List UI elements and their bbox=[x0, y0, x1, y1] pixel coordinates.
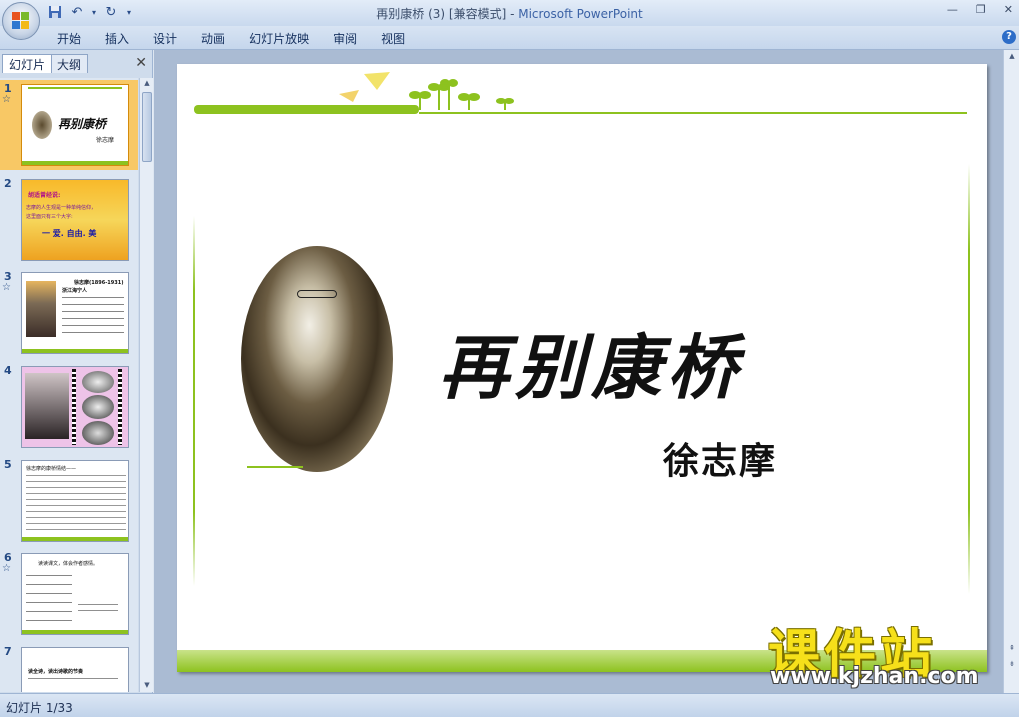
tab-slides[interactable]: 幻灯片 bbox=[2, 54, 53, 73]
text-block bbox=[26, 572, 72, 626]
tab-design[interactable]: 设计 bbox=[153, 30, 189, 47]
thumb-line: 读读课文，体会作者感情。 bbox=[38, 561, 99, 567]
photo-image bbox=[82, 421, 114, 445]
slide-thumbnail-1[interactable]: 1 ☆ 再别康桥 徐志摩 bbox=[0, 80, 138, 170]
portrait-image bbox=[26, 281, 56, 337]
slide-number: 5 bbox=[4, 458, 12, 471]
tab-home[interactable]: 开始 bbox=[57, 30, 93, 47]
green-bar bbox=[22, 630, 128, 634]
slide-thumbnail-5[interactable]: 5 徐志摩的康桥情结—— bbox=[0, 456, 138, 546]
tab-review[interactable]: 审阅 bbox=[333, 30, 369, 47]
thumb-line: 一 爱. 自由. 美 bbox=[42, 229, 97, 238]
slide-thumbnail-3[interactable]: 3 ☆ 徐志摩(1896-1931) 浙江海宁人 bbox=[0, 268, 138, 358]
help-icon[interactable]: ? bbox=[1002, 30, 1016, 44]
document-title: 再别康桥 (3) [兼容模式] - bbox=[376, 7, 519, 21]
author-portrait-image bbox=[241, 246, 393, 472]
thumb-line: 读全诗，读出诗歌的节奏 bbox=[28, 669, 84, 675]
photo-image bbox=[82, 395, 114, 419]
thumbnail-scrollbar[interactable]: ▲ ▼ bbox=[139, 78, 153, 692]
office-logo-icon bbox=[12, 12, 30, 30]
green-dash bbox=[247, 466, 303, 468]
slide-preview: 读读课文，体会作者感情。 bbox=[21, 553, 129, 635]
text-block bbox=[78, 602, 118, 614]
green-bar bbox=[22, 161, 128, 165]
slide-thumbnail-6[interactable]: 6 ☆ 读读课文，体会作者感情。 bbox=[0, 549, 138, 639]
slide-counter: 幻灯片 1/33 bbox=[6, 701, 73, 715]
slide-preview: 胡适曾经说: 志摩的人生观是一种单纯信仰， 这里面只有三个大字: 一 爱. 自由… bbox=[21, 179, 129, 261]
thumb-author: 徐志摩 bbox=[96, 137, 115, 144]
right-green-line bbox=[968, 164, 970, 594]
slide-preview: 徐志摩(1896-1931) 浙江海宁人 bbox=[21, 272, 129, 354]
pane-tabs: 幻灯片 大纲 ✕ bbox=[0, 52, 153, 73]
thumb-line: 徐志摩的康桥情结—— bbox=[26, 466, 77, 472]
text-block bbox=[62, 295, 124, 339]
minimize-button[interactable]: — bbox=[947, 3, 958, 16]
close-button[interactable]: ✕ bbox=[1004, 3, 1013, 16]
scrollbar-thumb[interactable] bbox=[142, 92, 152, 162]
app-name: Microsoft PowerPoint bbox=[518, 7, 643, 21]
watermark-logo: 课件站 www.kjzhan.com bbox=[768, 612, 1008, 692]
scroll-up-icon[interactable]: ▲ bbox=[1007, 52, 1017, 62]
tab-outline[interactable]: 大纲 bbox=[50, 54, 89, 73]
ribbon: 开始 插入 设计 动画 幻灯片放映 审阅 视图 ? bbox=[0, 26, 1019, 50]
window-title: 再别康桥 (3) [兼容模式] - Microsoft PowerPoint bbox=[0, 5, 1019, 22]
portrait-image bbox=[32, 111, 52, 139]
status-bar: 幻灯片 1/33 bbox=[0, 693, 1019, 717]
left-green-line bbox=[193, 216, 195, 586]
thumb-line: 浙江海宁人 bbox=[62, 288, 88, 294]
animation-star-icon: ☆ bbox=[2, 563, 11, 574]
slide-author[interactable]: 徐志摩 bbox=[663, 432, 777, 484]
previous-slide-icon[interactable]: ⇞ bbox=[1007, 644, 1017, 654]
scroll-down-icon[interactable]: ▼ bbox=[142, 681, 152, 691]
restore-button[interactable]: ❐ bbox=[976, 3, 986, 16]
title-bar: ↶ ▾ ↻ ▾ 再别康桥 (3) [兼容模式] - Microsoft Powe… bbox=[0, 0, 1019, 26]
office-button[interactable] bbox=[2, 2, 40, 40]
next-slide-icon[interactable]: ⇟ bbox=[1007, 660, 1017, 670]
slide-number: 4 bbox=[4, 364, 12, 377]
watermark-url: www.kjzhan.com bbox=[770, 664, 979, 689]
thumb-line: 志摩的人生观是一种单纯信仰， bbox=[26, 205, 97, 211]
scroll-up-icon[interactable]: ▲ bbox=[142, 79, 152, 89]
pane-close-icon[interactable]: ✕ bbox=[135, 55, 147, 71]
green-bar bbox=[22, 537, 128, 541]
slide-thumbnail-list: 1 ☆ 再别康桥 徐志摩 2 胡适曾经说: 志摩的人生观是一种单纯信仰， 这里面… bbox=[0, 78, 138, 692]
thumb-title: 再别康桥 bbox=[58, 117, 107, 131]
ribbon-tabs: 开始 插入 设计 动画 幻灯片放映 审阅 视图 bbox=[57, 30, 429, 47]
slide-preview: 再别康桥 徐志摩 bbox=[21, 84, 129, 166]
glasses-shape bbox=[297, 290, 337, 298]
animation-star-icon: ☆ bbox=[2, 94, 11, 105]
animation-star-icon: ☆ bbox=[2, 282, 11, 293]
slide-scrollbar[interactable]: ▲ ⇞ ⇟ bbox=[1003, 50, 1019, 693]
slides-pane: 幻灯片 大纲 ✕ 1 ☆ 再别康桥 徐志摩 2 胡适曾经说: 志摩的人生观是一种… bbox=[0, 50, 153, 693]
slide-preview bbox=[21, 366, 129, 448]
thumb-line: 胡适曾经说: bbox=[28, 192, 61, 199]
slide-number: 7 bbox=[4, 645, 12, 658]
photo-image bbox=[25, 373, 69, 439]
green-bar bbox=[22, 349, 128, 353]
slide-thumbnail-2[interactable]: 2 胡适曾经说: 志摩的人生观是一种单纯信仰， 这里面只有三个大字: 一 爱. … bbox=[0, 175, 138, 265]
tab-animations[interactable]: 动画 bbox=[201, 30, 237, 47]
slide-thumbnail-7[interactable]: 7 读全诗，读出诗歌的节奏 bbox=[0, 643, 138, 692]
slide-thumbnail-4[interactable]: 4 bbox=[0, 362, 138, 452]
thumb-line: 徐志摩(1896-1931) bbox=[74, 280, 124, 286]
tab-view[interactable]: 视图 bbox=[381, 30, 417, 47]
tab-slideshow[interactable]: 幻灯片放映 bbox=[249, 30, 321, 47]
green-bar bbox=[28, 87, 122, 89]
photo-image bbox=[82, 371, 114, 393]
film-strip bbox=[118, 369, 122, 445]
slide-editing-area: 再别康桥 徐志摩 bbox=[154, 50, 1003, 693]
text-block bbox=[26, 473, 126, 533]
slide-title[interactable]: 再别康桥 bbox=[439, 312, 743, 413]
text-block bbox=[28, 676, 118, 684]
slide-preview: 徐志摩的康桥情结—— bbox=[21, 460, 129, 542]
top-decoration bbox=[194, 72, 967, 114]
slide-preview: 读全诗，读出诗歌的节奏 bbox=[21, 647, 129, 692]
current-slide[interactable]: 再别康桥 徐志摩 bbox=[177, 64, 987, 672]
slide-number: 2 bbox=[4, 177, 12, 190]
window-controls: — ❐ ✕ bbox=[947, 3, 1013, 16]
thumb-line: 这里面只有三个大字: bbox=[26, 214, 73, 220]
tab-insert[interactable]: 插入 bbox=[105, 30, 141, 47]
film-strip bbox=[72, 369, 76, 445]
